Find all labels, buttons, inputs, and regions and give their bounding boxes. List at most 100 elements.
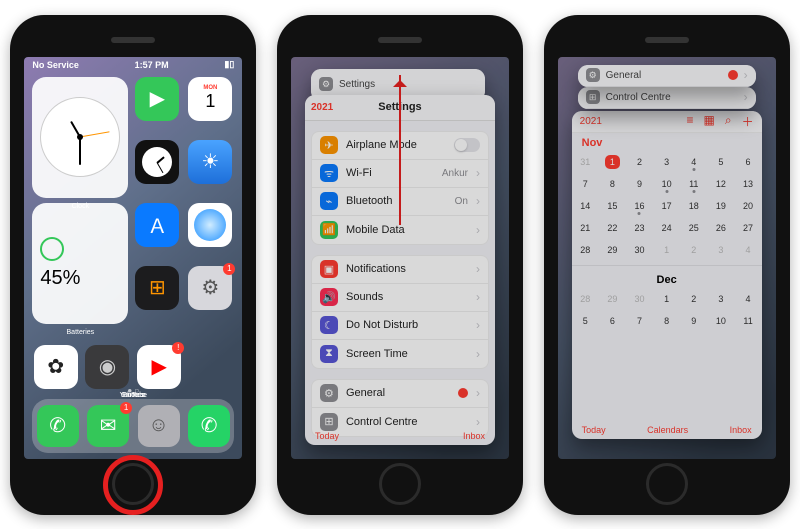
calendar-day[interactable]: 21 — [572, 217, 599, 239]
card-header-general[interactable]: ⚙ General › — [578, 65, 756, 87]
chevron-right-icon: › — [476, 347, 480, 361]
app-weather[interactable]: ☀ Weather — [186, 140, 234, 198]
settings-row[interactable]: ⚙General› — [312, 380, 488, 408]
calendar-day[interactable]: 8 — [599, 173, 626, 195]
calendar-day[interactable]: 6 — [734, 151, 761, 173]
switcher-calendar[interactable]: ⚙ General › ⊞ Control Centre › 2021 ≡▦⌕＋… — [558, 57, 776, 459]
calendar-day[interactable]: 27 — [734, 217, 761, 239]
calendar-day[interactable]: 2 — [626, 151, 653, 173]
calendar-day[interactable]: 12 — [707, 173, 734, 195]
clock-widget[interactable]: Clock — [32, 77, 128, 198]
calendar-day[interactable]: 25 — [680, 217, 707, 239]
calendar-day[interactable]: 9 — [680, 310, 707, 332]
calendar-grid-dec[interactable]: 2829301234 567891011 — [572, 288, 762, 332]
settings-row[interactable]: ▣Notifications› — [312, 256, 488, 284]
calendar-day[interactable]: 30 — [626, 239, 653, 261]
calendar-day[interactable]: 10 — [653, 173, 680, 195]
chevron-right-icon: › — [476, 290, 480, 304]
calendar-day[interactable]: 29 — [599, 239, 626, 261]
inbox-link[interactable]: Inbox — [730, 425, 752, 435]
home-screen[interactable]: No Service 1:57 PM ▮▯ Clock ▶ FaceTime M… — [24, 57, 242, 459]
chevron-right-icon: › — [476, 194, 480, 208]
inbox-link[interactable]: Inbox — [463, 431, 485, 441]
calendar-day[interactable]: 18 — [680, 195, 707, 217]
calendar-day[interactable]: 9 — [626, 173, 653, 195]
calendar-day[interactable]: 3 — [707, 288, 734, 310]
app-clock[interactable]: Clock — [133, 140, 181, 198]
calendar-day[interactable]: 4 — [734, 288, 761, 310]
row-label: General — [346, 387, 450, 399]
calendar-day[interactable]: 14 — [572, 195, 599, 217]
calendar-day[interactable]: 11 — [734, 310, 761, 332]
app-settings[interactable]: ⚙1 Settings — [186, 266, 234, 324]
dock-whatsapp[interactable]: ✆ — [188, 405, 230, 447]
switcher-settings[interactable]: ⚙ Settings 2021 Settings ✈Airplane Modeᯤ… — [291, 57, 509, 459]
back-year[interactable]: 2021 — [580, 116, 602, 127]
calendar-day[interactable]: 19 — [707, 195, 734, 217]
cal-tool-icon[interactable]: ≡ — [687, 113, 694, 130]
calendar-day[interactable]: 6 — [599, 310, 626, 332]
calendar-day[interactable]: 2 — [680, 288, 707, 310]
cal-tool-icon[interactable]: ▦ — [704, 113, 715, 130]
row-label: Mobile Data — [346, 224, 468, 236]
calendar-day[interactable]: 26 — [707, 217, 734, 239]
cal-tool-icon[interactable]: ⌕ — [725, 113, 732, 130]
app-calculator[interactable]: ⊞ Calculator — [133, 266, 181, 324]
calendar-day[interactable]: 4 — [680, 151, 707, 173]
calendar-day[interactable]: 16 — [626, 195, 653, 217]
calendar-grid-nov[interactable]: 3112345678910111213141516171819202122232… — [572, 151, 762, 261]
chevron-right-icon: › — [744, 68, 748, 82]
calendar-day[interactable]: 13 — [734, 173, 761, 195]
calendar-day[interactable]: 7 — [572, 173, 599, 195]
calendar-day[interactable]: 29 — [599, 288, 626, 310]
card-calendar[interactable]: 2021 ≡▦⌕＋ Nov 31123456789101112131415161… — [572, 111, 762, 439]
analog-clock — [40, 97, 120, 177]
app-photos[interactable]: ✿Photos — [32, 345, 79, 389]
calendars-link[interactable]: Calendars — [647, 425, 688, 435]
dock-messages[interactable]: ✉1 — [87, 405, 129, 447]
card-header-control[interactable]: ⊞ Control Centre › — [578, 87, 756, 109]
calendar-day[interactable]: 8 — [653, 310, 680, 332]
dock-phone[interactable]: ✆ — [37, 405, 79, 447]
app-youtube[interactable]: ▶!YouTube — [136, 345, 183, 389]
calendar-day[interactable]: 22 — [599, 217, 626, 239]
settings-row[interactable]: ⧗Screen Time› — [312, 340, 488, 368]
calendar-day[interactable]: 28 — [572, 239, 599, 261]
calendar-day[interactable]: 1 — [599, 151, 626, 173]
calendar-day[interactable]: 30 — [626, 288, 653, 310]
calendar-day[interactable]: 15 — [599, 195, 626, 217]
toggle-icon: ⊞ — [586, 90, 600, 104]
toggle[interactable] — [454, 138, 480, 152]
calendar-day[interactable]: 23 — [626, 217, 653, 239]
home-button[interactable] — [379, 463, 421, 505]
batteries-widget[interactable]: 45% Batteries — [32, 203, 128, 324]
settings-row[interactable]: 🔊Sounds› — [312, 284, 488, 312]
calendar-day[interactable]: 24 — [653, 217, 680, 239]
calendar-day[interactable]: 7 — [626, 310, 653, 332]
calendar-day[interactable]: 20 — [734, 195, 761, 217]
dock-contacts[interactable]: ☺ — [138, 405, 180, 447]
phone-earpiece — [645, 37, 689, 43]
app-safari[interactable]: Safari — [186, 203, 234, 261]
settings-row[interactable]: ☾Do Not Disturb› — [312, 312, 488, 340]
calendar-day[interactable]: 28 — [572, 288, 599, 310]
calendar-day[interactable]: 17 — [653, 195, 680, 217]
app-camera[interactable]: ◉Camera — [84, 345, 131, 389]
today-link[interactable]: Today — [315, 431, 339, 441]
calendar-day[interactable]: 10 — [707, 310, 734, 332]
calendar-day[interactable]: 5 — [572, 310, 599, 332]
row-label: Airplane Mode — [346, 139, 446, 151]
calendar-day[interactable]: 5 — [707, 151, 734, 173]
back-link[interactable]: 2021 — [311, 102, 333, 113]
row-label: Wi-Fi — [346, 167, 434, 179]
page-indicator[interactable]: ● ○ — [24, 386, 242, 395]
app-facetime[interactable]: ▶ FaceTime — [133, 77, 181, 135]
calendar-day[interactable]: 3 — [653, 151, 680, 173]
cal-tool-icon[interactable]: ＋ — [742, 113, 754, 130]
app-calendar[interactable]: MON 1 Calendar — [186, 77, 234, 135]
calendar-day[interactable]: 1 — [653, 288, 680, 310]
home-button[interactable] — [646, 463, 688, 505]
calendar-day[interactable]: 11 — [680, 173, 707, 195]
app-appstore[interactable]: Ａ App Store — [133, 203, 181, 261]
today-link[interactable]: Today — [582, 425, 606, 435]
